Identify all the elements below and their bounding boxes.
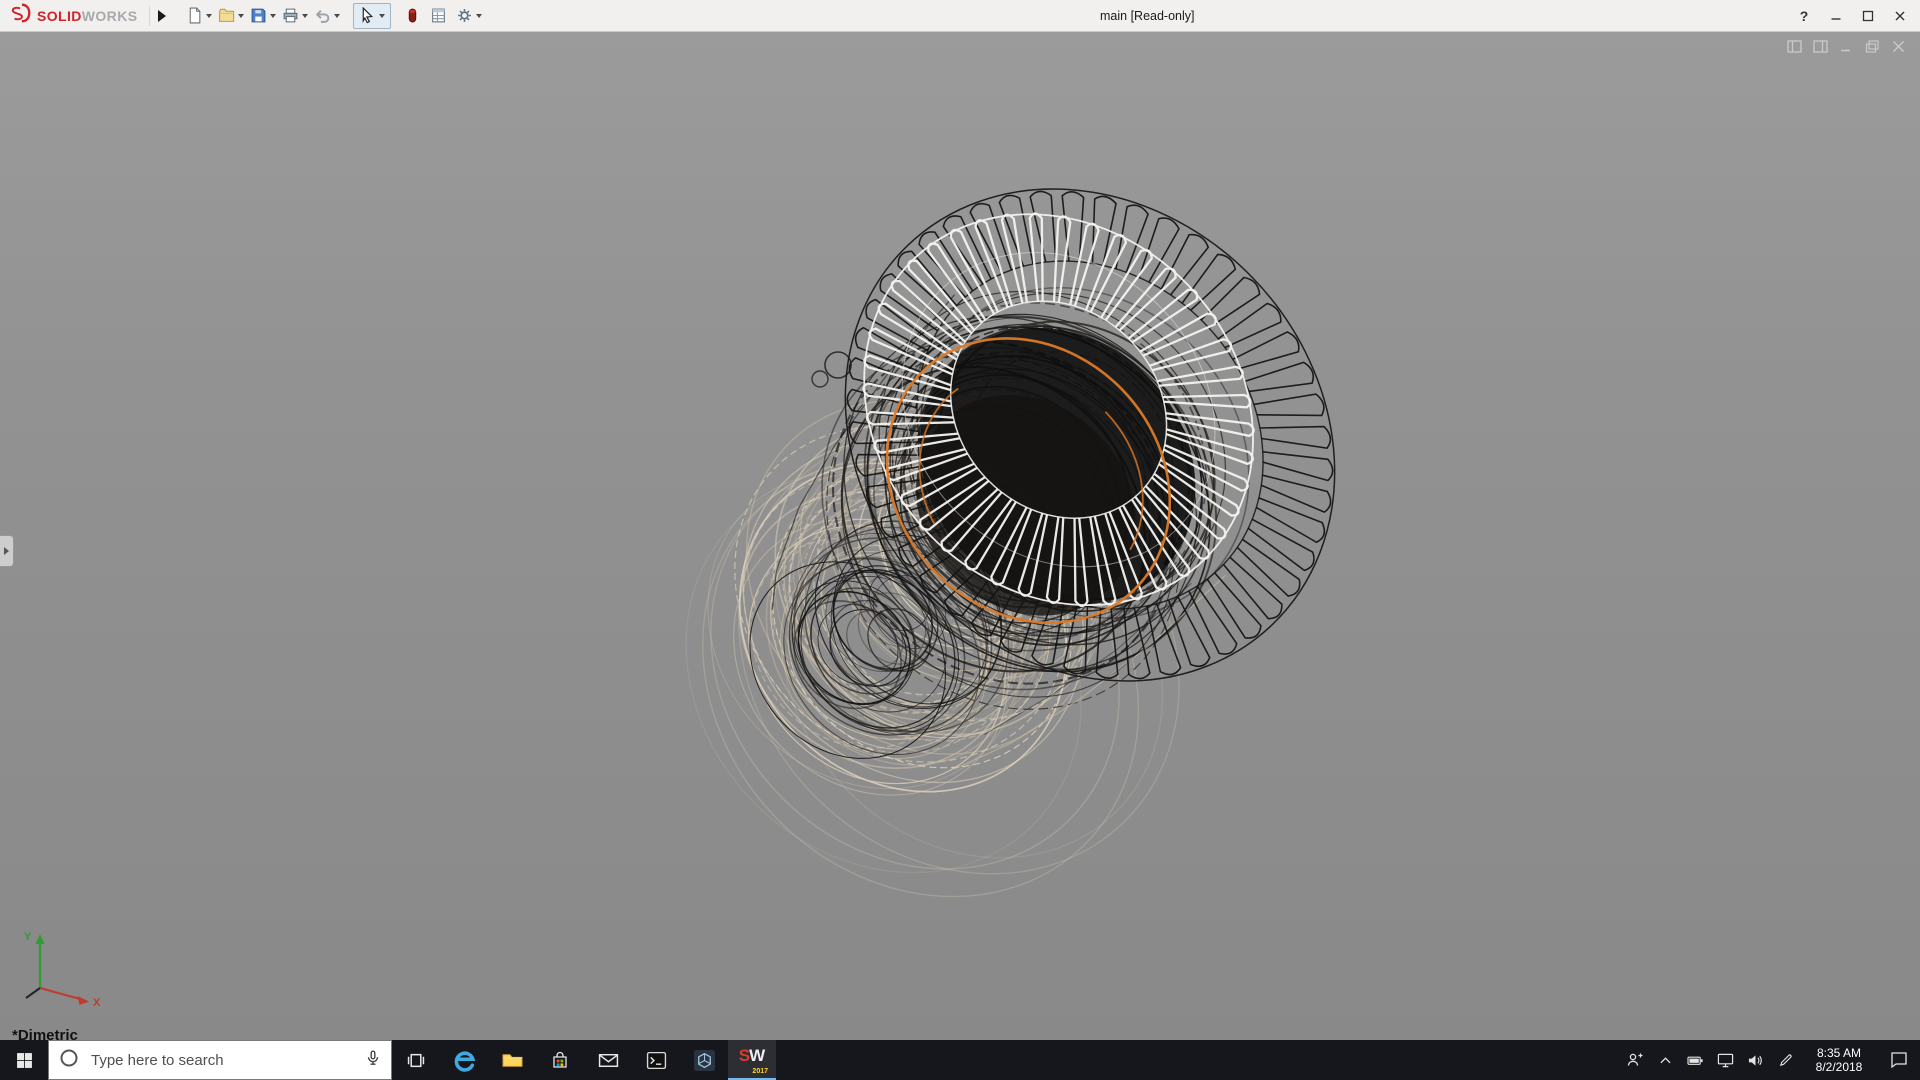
options-dropdown-caret[interactable] xyxy=(476,14,482,18)
maximize-button[interactable] xyxy=(1854,4,1882,28)
file-explorer-icon[interactable] xyxy=(488,1040,536,1080)
doc-pane-right-icon[interactable] xyxy=(1813,40,1828,58)
microsoft-store-icon[interactable] xyxy=(536,1040,584,1080)
tray-chevron-up-icon[interactable] xyxy=(1650,1040,1680,1080)
window-controls: ? xyxy=(1790,0,1914,32)
design-table-button[interactable] xyxy=(427,4,449,28)
clock-time: 8:35 AM xyxy=(1817,1046,1861,1060)
solidworks-window: SOLIDWORKS xyxy=(0,0,1920,1080)
solidworks-year-badge: 2017 xyxy=(752,1068,768,1075)
appearance-button[interactable] xyxy=(401,4,423,28)
people-icon[interactable] xyxy=(1620,1040,1650,1080)
doc-restore-icon[interactable] xyxy=(1865,40,1880,58)
brand-wordmark: SOLIDWORKS xyxy=(37,8,137,24)
engine-wireframe-model xyxy=(0,32,1920,1040)
mail-app-icon[interactable] xyxy=(584,1040,632,1080)
cortana-icon[interactable] xyxy=(59,1048,79,1073)
save-button[interactable] xyxy=(247,4,269,28)
save-dropdown-caret[interactable] xyxy=(270,14,276,18)
solidworks-2017-icon[interactable]: SW 2017 xyxy=(728,1040,776,1080)
volume-icon[interactable] xyxy=(1740,1040,1770,1080)
open-button[interactable] xyxy=(215,4,237,28)
toolbar-separator xyxy=(149,6,150,26)
options-gear-button[interactable] xyxy=(453,4,475,28)
minimize-button[interactable] xyxy=(1822,4,1850,28)
doc-minimize-icon[interactable] xyxy=(1839,40,1854,58)
dassault-3ds-logo-icon xyxy=(10,2,32,29)
clock-date: 8/2/2018 xyxy=(1816,1060,1863,1074)
start-button[interactable] xyxy=(0,1040,48,1080)
undo-button[interactable] xyxy=(311,4,333,28)
solidworks-app-tile: SW 2017 xyxy=(736,1046,768,1074)
help-button[interactable]: ? xyxy=(1790,4,1818,28)
titlebar: SOLIDWORKS xyxy=(0,0,1920,32)
3d-app-icon[interactable] xyxy=(680,1040,728,1080)
display-network-icon[interactable] xyxy=(1710,1040,1740,1080)
windows-logo-icon xyxy=(16,1052,33,1069)
microphone-icon[interactable] xyxy=(365,1050,381,1071)
new-dropdown-caret[interactable] xyxy=(206,14,212,18)
svg-text:Y: Y xyxy=(24,931,32,943)
print-dropdown-caret[interactable] xyxy=(302,14,308,18)
windows-taskbar: SW 2017 8:35 AM xyxy=(0,1040,1920,1080)
close-button[interactable] xyxy=(1886,4,1914,28)
flyout-arrow-icon xyxy=(4,547,9,555)
view-orientation-label: *Dimetric xyxy=(12,1027,78,1040)
standard-toolbar xyxy=(183,3,485,29)
document-title: main [Read-only] xyxy=(1100,0,1195,32)
pen-icon[interactable] xyxy=(1770,1040,1800,1080)
select-tool-active[interactable] xyxy=(353,3,391,29)
orientation-triad: Y X xyxy=(14,926,110,1014)
battery-icon[interactable] xyxy=(1680,1040,1710,1080)
command-prompt-icon[interactable] xyxy=(632,1040,680,1080)
feature-tree-flyout-tab[interactable] xyxy=(0,535,14,567)
print-button[interactable] xyxy=(279,4,301,28)
taskbar-search-box[interactable] xyxy=(48,1040,392,1080)
search-input[interactable] xyxy=(89,1051,355,1070)
undo-dropdown-caret[interactable] xyxy=(334,14,340,18)
doc-pane-left-icon[interactable] xyxy=(1787,40,1802,58)
action-center-button[interactable] xyxy=(1878,1040,1920,1080)
svg-text:X: X xyxy=(93,997,101,1009)
doc-close-icon[interactable] xyxy=(1891,40,1906,58)
graphics-viewport[interactable]: Y X *Dimetric xyxy=(0,32,1920,1040)
edge-browser-icon[interactable] xyxy=(440,1040,488,1080)
open-dropdown-caret[interactable] xyxy=(238,14,244,18)
select-arrow-icon[interactable] xyxy=(356,4,378,28)
system-tray: 8:35 AM 8/2/2018 xyxy=(1620,1040,1920,1080)
solidworks-brand: SOLIDWORKS xyxy=(0,2,145,29)
taskbar-clock[interactable]: 8:35 AM 8/2/2018 xyxy=(1800,1040,1878,1080)
select-dropdown-caret[interactable] xyxy=(379,14,385,18)
document-window-controls xyxy=(1787,40,1906,58)
toolbar-flyout-arrow[interactable] xyxy=(158,10,166,22)
task-view-button[interactable] xyxy=(392,1040,440,1080)
new-document-button[interactable] xyxy=(183,4,205,28)
